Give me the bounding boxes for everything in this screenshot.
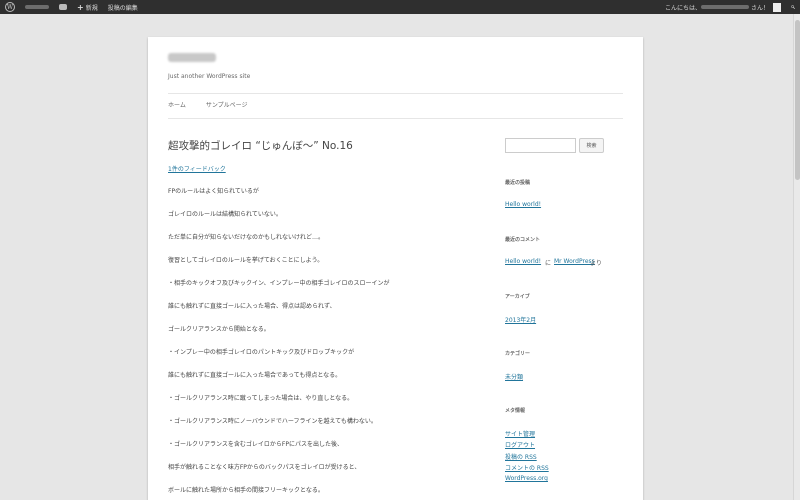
blurred-site-name [25, 5, 49, 9]
my-account-menu[interactable]: こんにちは、 さん！ [660, 0, 786, 14]
vertical-scrollbar[interactable] [793, 14, 800, 500]
archives-title: アーカイブ [505, 294, 530, 300]
wordpress-logo-icon: W [5, 2, 15, 12]
feedback-link[interactable]: 1件のフィードバック [168, 164, 226, 173]
entry-paragraph: ただ単に自分が知らないだけなのかもしれないけれど…。 [168, 234, 325, 241]
site-name-menu[interactable] [20, 0, 54, 14]
new-content-menu[interactable]: + 新規 [72, 0, 103, 14]
nav-item-sample-page[interactable]: サンプルページ [206, 100, 248, 109]
nav-divider [168, 118, 623, 119]
archive-link[interactable]: 2013年2月 [505, 315, 536, 324]
entry-paragraph: 相手が触れることなく味方FPからのバックパスをゴレイロが受けると、 [168, 464, 361, 471]
entry-paragraph: ゴレイロのルールは結構知られていない。 [168, 211, 282, 218]
entry-paragraph: ・インプレー中の相手ゴレイロのパントキック及びドロップキックが [168, 349, 355, 356]
comments-menu[interactable] [54, 0, 72, 14]
plus-icon: + [77, 2, 84, 12]
entry-paragraph: ・ゴールクリアランス時にノーバウンドでハーフラインを越えても構わない。 [168, 418, 377, 425]
meta-link-entries-rss[interactable]: 投稿の RSS [505, 452, 537, 461]
entry-paragraph: 誰にも触れずに直接ゴールに入った場合、得点は認められず、 [168, 303, 336, 310]
recent-comment-suffix: より [590, 260, 602, 267]
sidebar-search-button[interactable]: 検索 [579, 138, 604, 153]
entry-paragraph: ・ゴールクリアランスを含むゴレイロからFPにパスを出した後、 [168, 441, 343, 448]
sidebar-search-input[interactable] [505, 138, 576, 153]
category-link[interactable]: 未分類 [505, 372, 523, 381]
recent-comment-author-link[interactable]: Mr WordPress [554, 258, 595, 265]
comment-bubble-icon [59, 4, 67, 10]
scrollbar-thumb[interactable] [795, 20, 800, 180]
entry-paragraph: ・相手のキックオフ及びキックイン、インプレー中の相手ゴレイロのスローインが [168, 280, 390, 287]
meta-link-comments-rss[interactable]: コメントの RSS [505, 463, 549, 472]
meta-link-site-admin[interactable]: サイト管理 [505, 429, 535, 438]
wp-logo-menu[interactable]: W [0, 0, 20, 14]
edit-post-link[interactable]: 投稿の編集 [103, 0, 143, 14]
new-content-label: 新規 [85, 4, 98, 12]
header-divider [168, 93, 623, 94]
entry-paragraph: 復習としてゴレイロのルールを挙げておくことにしよう。 [168, 257, 324, 264]
meta-title: メタ情報 [505, 408, 526, 414]
entry-paragraph: ボールに触れた場所から相手の間接フリーキックとなる。 [168, 487, 324, 494]
recent-post-link[interactable]: Hello world! [505, 201, 541, 208]
entry-paragraph: FPのルールはよく知られているが [168, 188, 259, 195]
site-description: Just another WordPress site [168, 73, 251, 80]
entry-paragraph: 誰にも触れずに直接ゴールに入った場合であっても得点となる。 [168, 372, 342, 379]
edit-post-label: 投稿の編集 [107, 4, 138, 12]
admin-bar: W + 新規 投稿の編集 こんにちは、 さん！ [0, 0, 800, 14]
categories-title: カテゴリー [505, 351, 531, 357]
blurred-username [700, 5, 749, 9]
site-title[interactable] [168, 53, 216, 62]
entry-paragraph: ゴールクリアランスから開始となる。 [168, 326, 270, 333]
avatar [773, 2, 781, 12]
adminbar-search[interactable] [786, 0, 800, 14]
meta-link-wordpress-org[interactable]: WordPress.org [505, 475, 548, 482]
recent-comment-connector: に [545, 260, 552, 267]
greeting-prefix: こんにちは、 [664, 4, 701, 12]
recent-posts-title: 最近の投稿 [505, 180, 531, 186]
greeting-suffix: さん！ [750, 4, 769, 12]
entry-title[interactable]: 超攻撃的ゴレイロ “じゅんぼ〜” No.16 [168, 138, 353, 153]
recent-comments-title: 最近のコメント [505, 237, 541, 243]
search-icon [791, 5, 795, 9]
recent-comment-post-link[interactable]: Hello world! [505, 258, 541, 265]
entry-paragraph: ・ゴールクリアランス時に蹴ってしまった場合は、やり直しとなる。 [168, 395, 354, 402]
nav-item-home[interactable]: ホーム [168, 100, 186, 109]
main-navigation: ホーム サンプルページ [168, 100, 268, 109]
page-container: Just another WordPress site ホーム サンプルページ … [148, 37, 643, 500]
meta-link-logout[interactable]: ログアウト [505, 440, 535, 449]
